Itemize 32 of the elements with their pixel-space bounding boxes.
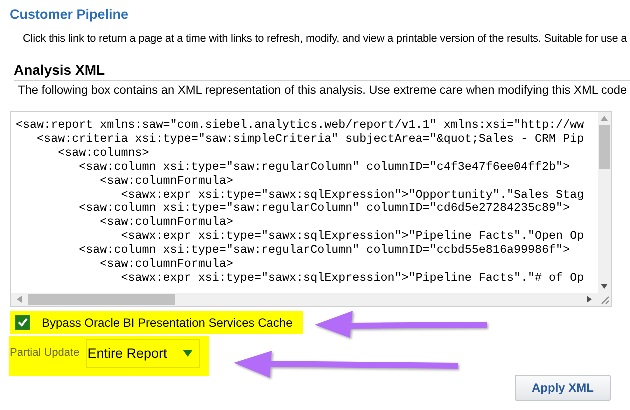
xml-code-line: <saw:columnFormula>: [99, 174, 234, 189]
section-description: Click this link to return a page at a time with links to refresh, modify, and view a printable version of the results. Suitable for use a: [23, 33, 628, 45]
xml-code-line: <saw:criteria xsi:type="saw:simpleCriteria" subjectArea="&quot;Sales - CRM Pip: [36, 132, 584, 147]
scroll-right-icon[interactable]: [587, 296, 592, 303]
section-heading: Analysis XML: [14, 62, 106, 78]
vertical-scrollbar[interactable]: [598, 112, 611, 293]
xml-code-line: <saw:column xsi:type="saw:regularColumn" columnID="cd6d5e27284235c89">: [78, 202, 570, 216]
xml-code-line: <saw:report xmlns:saw="com.siebel.analytics.web/report/v1.1" xmlns:xsi="http://ww: [16, 119, 584, 133]
horizontal-scrollbar[interactable]: [11, 293, 598, 306]
field-label: Partial Update: [10, 347, 80, 359]
checkbox[interactable]: [15, 315, 30, 330]
xml-code-line: <saw:columnFormula>: [99, 258, 234, 272]
section-title[interactable]: Customer Pipeline: [10, 7, 129, 22]
xml-text-area[interactable]: [10, 111, 612, 307]
xml-code-line: <sawx:expr xsi:type="sawx:sqlExpression">"Opportunity"."Sales Stag: [120, 188, 584, 202]
scroll-up-icon[interactable]: [601, 116, 608, 121]
xml-code-line: <sawx:expr xsi:type="sawx:sqlExpression">"Pipeline Facts"."Open Op: [120, 230, 584, 244]
xml-code-line: <saw:column xsi:type="saw:regularColumn" columnID="c4f3e47f6ee04ff2b">: [78, 160, 570, 175]
scroll-left-icon[interactable]: [17, 296, 22, 303]
xml-code-line: <saw:columns>: [57, 146, 150, 161]
scroll-down-icon[interactable]: [601, 284, 608, 289]
xml-description: The following box contains an XML representation of this analysis. Use extreme care when modifying this XML code: [18, 83, 628, 97]
xml-code-line: <saw:columnFormula>: [99, 216, 234, 230]
scroll-thumb[interactable]: [28, 294, 175, 305]
dropdown[interactable]: Entire Report: [86, 339, 200, 368]
caret-icon: [183, 350, 194, 357]
resize-grip-icon[interactable]: [600, 295, 610, 305]
xml-code-line: <saw:column xsi:type="saw:regularColumn" columnID="ccbd55e816a99986f">: [78, 244, 570, 258]
checkbox-label: Bypass Oracle BI Presentation Services Cache: [42, 316, 293, 330]
scroll-thumb[interactable]: [599, 125, 610, 169]
xml-code-line: <sawx:expr xsi:type="sawx:sqlExpression">"Pipeline Facts"."# of Op: [120, 272, 584, 286]
apply-xml-button[interactable]: Apply XML: [515, 375, 611, 401]
